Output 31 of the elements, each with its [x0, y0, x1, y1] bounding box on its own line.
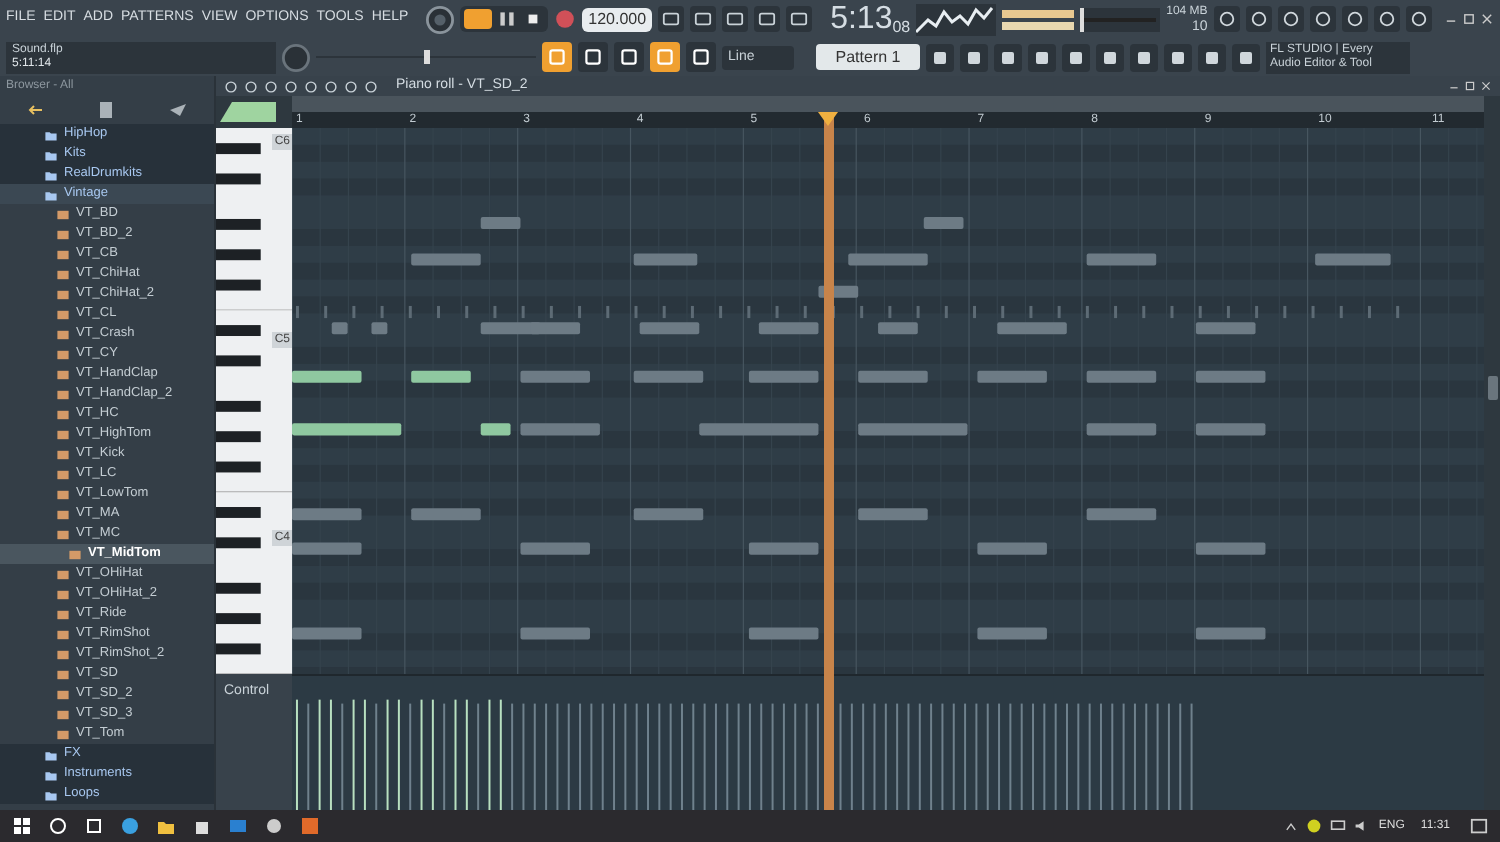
send-icon[interactable] — [168, 100, 189, 120]
fl-studio-icon[interactable] — [300, 816, 320, 836]
scroll-thumb[interactable] — [1487, 376, 1497, 400]
start-icon[interactable] — [12, 816, 32, 836]
velocity-bars-drawing[interactable] — [295, 699, 1193, 810]
chevron-up-icon[interactable] — [1284, 819, 1299, 833]
volume-slider-icon[interactable] — [1080, 7, 1161, 31]
close-icon[interactable] — [1480, 12, 1494, 26]
status-icon[interactable] — [1306, 818, 1323, 834]
search-icon[interactable] — [48, 816, 68, 836]
knob-icon[interactable] — [282, 43, 310, 71]
pitch-slider-icon[interactable] — [316, 45, 536, 69]
song-time: 5:13 — [830, 3, 893, 35]
play-pause-icon[interactable] — [496, 8, 519, 30]
browser-icon[interactable] — [120, 816, 140, 836]
restore-icon[interactable] — [1462, 12, 1476, 26]
scrollbar[interactable] — [292, 96, 1484, 112]
tempo-display[interactable]: 120.000 — [582, 7, 653, 31]
song-time-ticks: 08 — [892, 17, 911, 35]
restore-icon[interactable] — [1464, 80, 1476, 92]
knob-icon[interactable] — [426, 5, 455, 33]
song-mode-icon[interactable] — [464, 8, 493, 30]
master-meter-drawing — [1002, 7, 1075, 31]
pattern-selector[interactable]: Pattern 1 — [816, 44, 920, 70]
close-icon[interactable] — [1480, 80, 1492, 92]
folder-icon[interactable] — [156, 816, 176, 836]
back-arrow-icon[interactable] — [25, 100, 46, 120]
task-view-icon[interactable] — [84, 816, 104, 836]
waveform-drawing — [916, 3, 997, 35]
control-panel[interactable] — [292, 674, 1484, 810]
notification-icon[interactable] — [1470, 817, 1488, 835]
